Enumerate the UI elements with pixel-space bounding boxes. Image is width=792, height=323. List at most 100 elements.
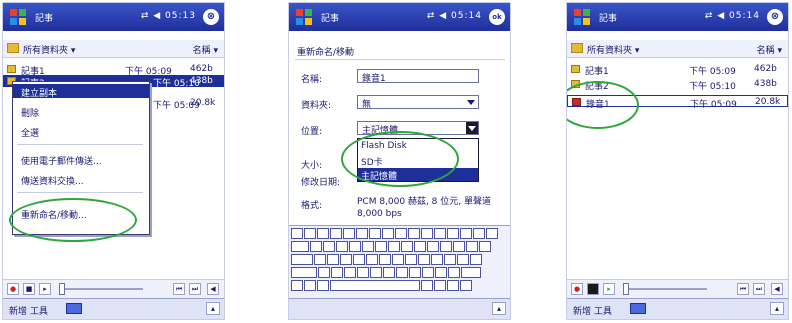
ok-button[interactable]: ok (489, 9, 505, 25)
folder-value: 無 (362, 100, 372, 110)
volume-icon[interactable]: ◀ (207, 283, 219, 295)
item-time: 下午 05:10 (689, 82, 736, 92)
stop-icon[interactable]: ■ (23, 283, 35, 295)
skip-back-icon[interactable]: ⏮ (737, 283, 749, 295)
list-item[interactable]: 記事1 下午 05:09 462b (567, 63, 788, 77)
chevron-down-icon (467, 100, 475, 105)
play-icon[interactable]: ▸ (603, 283, 615, 295)
menu-label: 刪除 (21, 109, 40, 119)
input-panel-toggle[interactable]: ▴ (492, 302, 506, 315)
volume-icon[interactable]: ◀ (771, 283, 783, 295)
name-field[interactable]: 錄音1 (357, 69, 479, 84)
keyboard-row (291, 241, 510, 253)
status-icons[interactable]: ⇄ ◀ 05:13 (141, 11, 196, 21)
seek-slider[interactable] (65, 288, 143, 290)
modified-label: 修改日期: (301, 178, 341, 188)
menu-item-beam[interactable]: 傳送資料交換... (13, 172, 149, 187)
folder-bar[interactable]: 所有資料夾 ▾ 名稱 ▾ (567, 40, 788, 58)
close-icon[interactable]: ⊗ (767, 9, 783, 25)
skip-back-icon[interactable]: ⏮ (173, 283, 185, 295)
screen-rename-move: 記事 ⇄ ◀ 05:14 ok 重新命名/移動 名稱: 錄音1 資料夾: 無 位… (288, 2, 511, 320)
play-icon[interactable]: ▸ (39, 283, 51, 295)
item-name: 記事1 (585, 67, 609, 77)
command-bar: ▴ (289, 298, 510, 319)
name-value: 錄音1 (362, 74, 386, 84)
form-title: 重新命名/移動 (297, 48, 355, 58)
folder-dropdown[interactable]: 所有資料夾 ▾ (587, 43, 639, 56)
soft-keyboard[interactable] (289, 225, 510, 302)
format-label: 格式: (301, 201, 323, 211)
item-size: 462b (754, 64, 777, 74)
folder-label: 資料夾: (301, 101, 332, 111)
command-menu[interactable]: 新增 工具 (9, 304, 48, 317)
folder-icon (571, 43, 583, 53)
windows-start-icon[interactable] (573, 8, 591, 26)
title-bar: 記事 ⇄ ◀ 05:14 ⊗ (567, 3, 788, 31)
title-bar: 記事 ⇄ ◀ 05:13 ⊗ (3, 3, 224, 31)
size-label: 大小: (301, 161, 323, 171)
folder-select[interactable]: 無 (357, 95, 479, 110)
chevron-down-icon[interactable] (466, 122, 478, 134)
location-label: 位置: (301, 127, 323, 137)
item-size: 462b (190, 64, 213, 74)
stop-icon[interactable] (587, 283, 599, 295)
title-bar: 記事 ⇄ ◀ 05:14 ok (289, 3, 510, 31)
input-panel-toggle[interactable]: ▴ (206, 302, 220, 315)
command-bar: 新增 工具 ▴ (567, 298, 788, 319)
folder-dropdown[interactable]: 所有資料夾 ▾ (23, 43, 75, 56)
item-size: 438b (754, 79, 777, 89)
keyboard-row (291, 228, 510, 240)
seek-slider[interactable] (629, 288, 707, 290)
app-title: 記事 (599, 14, 618, 24)
item-size: 20.8k (190, 98, 216, 108)
player-bar: ● ▸ ⏮ ⏭ ◀ (567, 279, 788, 298)
menu-label: 全選 (21, 129, 40, 139)
skip-forward-icon[interactable]: ⏭ (753, 283, 765, 295)
status-icons[interactable]: ⇄ ◀ 05:14 (705, 11, 760, 21)
highlight-ring (341, 131, 459, 187)
folder-icon (7, 43, 19, 53)
keyboard-row (291, 280, 510, 292)
record-icon[interactable]: ● (571, 283, 583, 295)
menu-divider (17, 144, 143, 145)
divider (295, 59, 505, 60)
menu-divider (17, 192, 143, 193)
skip-forward-icon[interactable]: ⏭ (189, 283, 201, 295)
menu-label: 傳送資料交換... (21, 177, 84, 187)
status-icons[interactable]: ⇄ ◀ 05:14 (427, 11, 482, 21)
folder-bar[interactable]: 所有資料夾 ▾ 名稱 ▾ (3, 40, 224, 58)
sort-dropdown[interactable]: 名稱 ▾ (757, 43, 782, 56)
keyboard-row (291, 267, 510, 279)
note-icon (571, 65, 580, 73)
item-time: 下午 05:09 (689, 67, 736, 77)
player-bar: ● ■ ▸ ⏮ ⏭ ◀ (3, 279, 224, 298)
sort-dropdown[interactable]: 名稱 ▾ (193, 43, 218, 56)
list-item[interactable]: 記事1 下午 05:09 462b (3, 63, 224, 77)
item-size: 20.8k (755, 97, 781, 107)
command-menu[interactable]: 新增 工具 (573, 304, 612, 317)
menu-label: 使用電子郵件傳送... (21, 157, 102, 167)
app-title: 記事 (35, 14, 54, 24)
keyboard-icon[interactable] (630, 303, 646, 314)
menu-item-delete[interactable]: 刪除 (13, 104, 149, 119)
menu-item-select-all[interactable]: 全選 (13, 124, 149, 139)
windows-start-icon[interactable] (9, 8, 27, 26)
menu-item-email[interactable]: 使用電子郵件傳送... (13, 152, 149, 167)
name-label: 名稱: (301, 75, 323, 85)
app-title: 記事 (321, 14, 340, 24)
menu-item-copy[interactable]: 建立副本 (13, 84, 149, 99)
format-value: PCM 8,000 赫茲, 8 位元, 單聲道 8,000 bps (357, 197, 491, 219)
windows-start-icon[interactable] (295, 8, 313, 26)
record-icon[interactable]: ● (7, 283, 19, 295)
input-panel-toggle[interactable]: ▴ (770, 302, 784, 315)
screen-notes-list: 記事 ⇄ ◀ 05:14 ⊗ 所有資料夾 ▾ 名稱 ▾ 記事1 下午 05:09… (566, 2, 789, 320)
note-icon (7, 65, 16, 73)
close-icon[interactable]: ⊗ (203, 9, 219, 25)
highlight-ring (9, 198, 137, 242)
item-time: 下午 05:09 (690, 100, 737, 110)
keyboard-row (291, 254, 510, 266)
keyboard-icon[interactable] (66, 303, 82, 314)
menu-label: 建立副本 (21, 89, 58, 99)
screen-notes-menu: 記事 ⇄ ◀ 05:13 ⊗ 所有資料夾 ▾ 名稱 ▾ 記事1 下午 05:09… (2, 2, 225, 320)
highlight-ring (567, 81, 639, 129)
